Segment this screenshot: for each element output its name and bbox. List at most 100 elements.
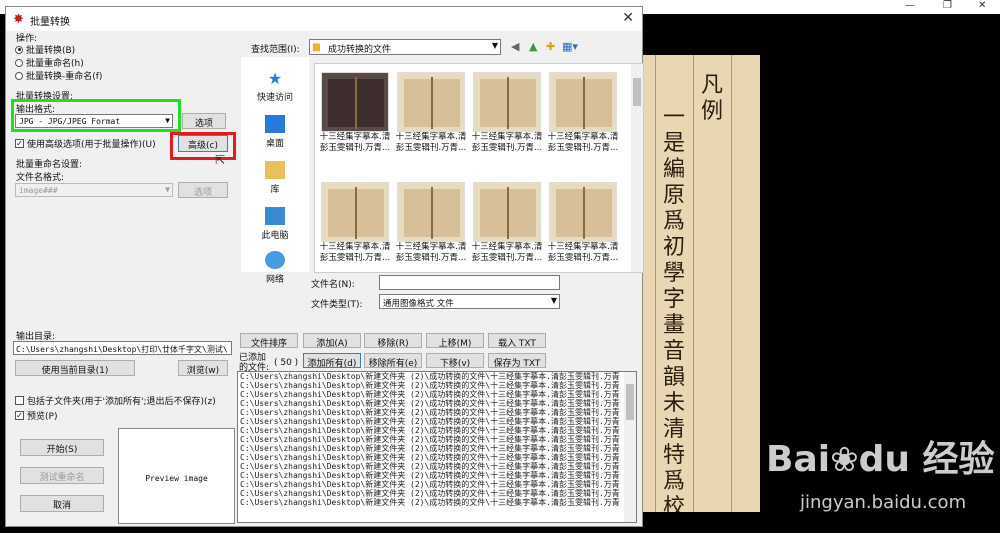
- thumbnail-caption: 彭玉雯辑刊.万青...: [471, 253, 543, 263]
- new-folder-icon[interactable]: ✚: [546, 40, 555, 53]
- back-icon[interactable]: ◀: [511, 40, 519, 53]
- preview-text: Preview image: [145, 474, 208, 483]
- file-list-item[interactable]: C:\Users\zhangshi\Desktop\新建文件夹 (2)\成功转换…: [238, 390, 636, 399]
- radio-batch-convert[interactable]: 批量转换(B): [15, 43, 75, 56]
- file-list-item[interactable]: C:\Users\zhangshi\Desktop\新建文件夹 (2)\成功转换…: [238, 471, 636, 480]
- output-dir-input[interactable]: C:\Users\zhangshi\Desktop\打印\廿体千字文\测试\: [13, 341, 232, 355]
- library-icon: [265, 161, 285, 179]
- advanced-options-checkbox[interactable]: ✓ 使用高级选项(用于批量操作)(U): [15, 137, 156, 150]
- up-folder-icon[interactable]: ▲: [529, 40, 537, 53]
- grid-scrollbar[interactable]: [631, 64, 643, 272]
- thumbnail-item[interactable]: 十三经集字摹本.清 彭玉雯辑刊.万青...: [545, 182, 621, 264]
- dialog-titlebar: ✸ 批量转换 ✕: [6, 7, 642, 31]
- place-network[interactable]: 网络: [241, 251, 309, 285]
- place-quick-access[interactable]: ★ 快速访问: [241, 69, 309, 103]
- list-scrollbar[interactable]: [624, 372, 636, 522]
- page-text-column: 一是編原爲初學字畫音韻未清特爲校: [662, 105, 687, 512]
- file-list-item[interactable]: C:\Users\zhangshi\Desktop\新建文件夹 (2)\成功转换…: [238, 489, 636, 498]
- chevron-down-icon: ▼: [165, 185, 170, 194]
- checkbox-label: 包括子文件夹(用于'添加所有';退出后不保存)(z): [27, 397, 216, 407]
- view-menu-icon[interactable]: ▦▾: [562, 40, 578, 53]
- thumbnail-caption: 彭玉雯辑刊.万青...: [319, 253, 391, 263]
- file-list-item[interactable]: C:\Users\zhangshi\Desktop\新建文件夹 (2)\成功转换…: [238, 435, 636, 444]
- thumbnail-item[interactable]: 十三经集字摹本.清 彭玉雯辑刊.万青...: [469, 72, 545, 154]
- scrollbar-thumb[interactable]: [633, 78, 641, 106]
- place-label: 网络: [265, 275, 284, 285]
- chevron-down-icon: ▼: [550, 296, 557, 305]
- file-list-item[interactable]: C:\Users\zhangshi\Desktop\新建文件夹 (2)\成功转换…: [238, 417, 636, 426]
- thumbnail-image: [473, 72, 541, 132]
- file-list-item[interactable]: C:\Users\zhangshi\Desktop\新建文件夹 (2)\成功转换…: [238, 408, 636, 417]
- format-options-button[interactable]: 选项: [182, 113, 226, 129]
- thumbnail-item[interactable]: 十三经集字摹本.清 彭玉雯辑刊.万青...: [469, 182, 545, 264]
- sort-files-button[interactable]: 文件排序: [240, 333, 298, 349]
- load-txt-button[interactable]: 载入 TXT: [488, 333, 546, 349]
- thumbnail-item[interactable]: 十三经集字摹本.清 彭玉雯辑刊.万青...: [545, 72, 621, 154]
- file-list-item[interactable]: C:\Users\zhangshi\Desktop\新建文件夹 (2)\成功转换…: [238, 498, 636, 507]
- thumbnail-item[interactable]: 十三经集字摹本.清 彭玉雯辑刊.万青...: [393, 72, 469, 154]
- desktop-icon: [265, 115, 285, 133]
- maximize-icon[interactable]: ❐: [943, 0, 952, 11]
- filename-input[interactable]: [379, 275, 560, 290]
- file-list-item[interactable]: C:\Users\zhangshi\Desktop\新建文件夹 (2)\成功转换…: [238, 399, 636, 408]
- place-library[interactable]: 库: [241, 161, 309, 195]
- radio-batch-convert-rename[interactable]: 批量转换-重命名(f): [15, 69, 102, 82]
- thumbnail-item[interactable]: 十三经集字摹本.清 彭玉雯辑刊.万青...: [317, 182, 393, 264]
- add-all-button[interactable]: 添加所有(d): [303, 353, 361, 369]
- file-list-item[interactable]: C:\Users\zhangshi\Desktop\新建文件夹 (2)\成功转换…: [238, 381, 636, 390]
- thumbnail-caption: 十三经集字摹本.清: [319, 242, 391, 252]
- include-subfolders-checkbox[interactable]: 包括子文件夹(用于'添加所有';退出后不保存)(z): [15, 394, 216, 407]
- place-label: 桌面: [265, 139, 284, 149]
- file-list-item[interactable]: C:\Users\zhangshi\Desktop\新建文件夹 (2)\成功转换…: [238, 462, 636, 471]
- thumbnail-caption: 十三经集字摹本.清: [471, 242, 543, 252]
- checkbox-label: 使用高级选项(用于批量操作)(U): [27, 140, 156, 150]
- place-desktop[interactable]: 桌面: [241, 115, 309, 149]
- rename-options-button[interactable]: 选项: [178, 182, 228, 198]
- checkbox-icon: ✓: [15, 139, 24, 148]
- page-image-area: 凡例 一是編原爲初學字畫音韻未清特爲校: [643, 55, 760, 512]
- file-list-item[interactable]: C:\Users\zhangshi\Desktop\新建文件夹 (2)\成功转换…: [238, 444, 636, 453]
- thumbnail-grid[interactable]: 十三经集字摹本.清 彭玉雯辑刊.万青... 十三经集字摹本.清 彭玉雯辑刊.万青..…: [314, 63, 644, 273]
- move-up-button[interactable]: 上移(M): [426, 333, 484, 349]
- network-icon: [265, 251, 285, 269]
- thumbnail-caption: 彭玉雯辑刊.万青...: [547, 143, 619, 153]
- dialog-close-icon[interactable]: ✕: [622, 10, 634, 26]
- browse-button[interactable]: 浏览(w): [178, 360, 228, 376]
- filename-format-select[interactable]: image### ▼: [15, 183, 173, 197]
- use-current-dir-button[interactable]: 使用当前目录(1): [15, 360, 135, 376]
- place-this-pc[interactable]: 此电脑: [241, 207, 309, 241]
- filetype-select[interactable]: 通用图像格式 文件 ▼: [379, 294, 560, 309]
- remove-button[interactable]: 移除(R): [364, 333, 422, 349]
- batch-convert-dialog: ✸ 批量转换 ✕ 操作: 批量转换(B) 批量重命名(h) 批量转换-重命名(f…: [5, 6, 644, 527]
- file-list[interactable]: C:\Users\zhangshi\Desktop\新建文件夹 (2)\成功转换…: [237, 371, 637, 523]
- radio-icon: [15, 71, 23, 80]
- file-list-item[interactable]: C:\Users\zhangshi\Desktop\新建文件夹 (2)\成功转换…: [238, 372, 636, 381]
- file-list-item[interactable]: C:\Users\zhangshi\Desktop\新建文件夹 (2)\成功转换…: [238, 453, 636, 462]
- scrollbar-thumb[interactable]: [626, 384, 634, 420]
- radio-batch-rename[interactable]: 批量重命名(h): [15, 56, 84, 69]
- paw-icon: ❀: [830, 440, 859, 480]
- start-button[interactable]: 开始(S): [20, 439, 104, 456]
- lookin-select[interactable]: ▆ 成功转换的文件 ▼: [309, 39, 501, 55]
- thumbnail-image: [473, 182, 541, 242]
- file-list-item[interactable]: C:\Users\zhangshi\Desktop\新建文件夹 (2)\成功转换…: [238, 426, 636, 435]
- move-down-button[interactable]: 下移(v): [426, 353, 484, 369]
- lookin-value: 成功转换的文件: [328, 45, 392, 55]
- thumbnail-image: [397, 72, 465, 132]
- save-txt-button[interactable]: 保存为 TXT: [488, 353, 546, 369]
- thumbnail-item[interactable]: 十三经集字摹本.清 彭玉雯辑刊.万青...: [393, 182, 469, 264]
- thumbnail-caption: 彭玉雯辑刊.万青...: [395, 253, 467, 263]
- close-icon[interactable]: ✕: [978, 0, 986, 11]
- test-rename-button[interactable]: 测试重命名: [20, 467, 104, 484]
- thumbnail-caption: 彭玉雯辑刊.万青...: [547, 253, 619, 263]
- preview-checkbox[interactable]: ✓ 预览(P): [15, 409, 57, 422]
- watermark-chinese: 经验: [922, 439, 995, 480]
- add-button[interactable]: 添加(A): [303, 333, 361, 349]
- preview-pane: Preview image: [118, 428, 235, 524]
- thumbnail-caption: 彭玉雯辑刊.万青...: [395, 143, 467, 153]
- file-list-item[interactable]: C:\Users\zhangshi\Desktop\新建文件夹 (2)\成功转换…: [238, 480, 636, 489]
- thumbnail-item[interactable]: 十三经集字摹本.清 彭玉雯辑刊.万青...: [317, 72, 393, 154]
- minimize-icon[interactable]: —: [905, 0, 915, 11]
- remove-all-button[interactable]: 移除所有(e): [364, 353, 422, 369]
- cancel-button[interactable]: 取消: [20, 495, 104, 512]
